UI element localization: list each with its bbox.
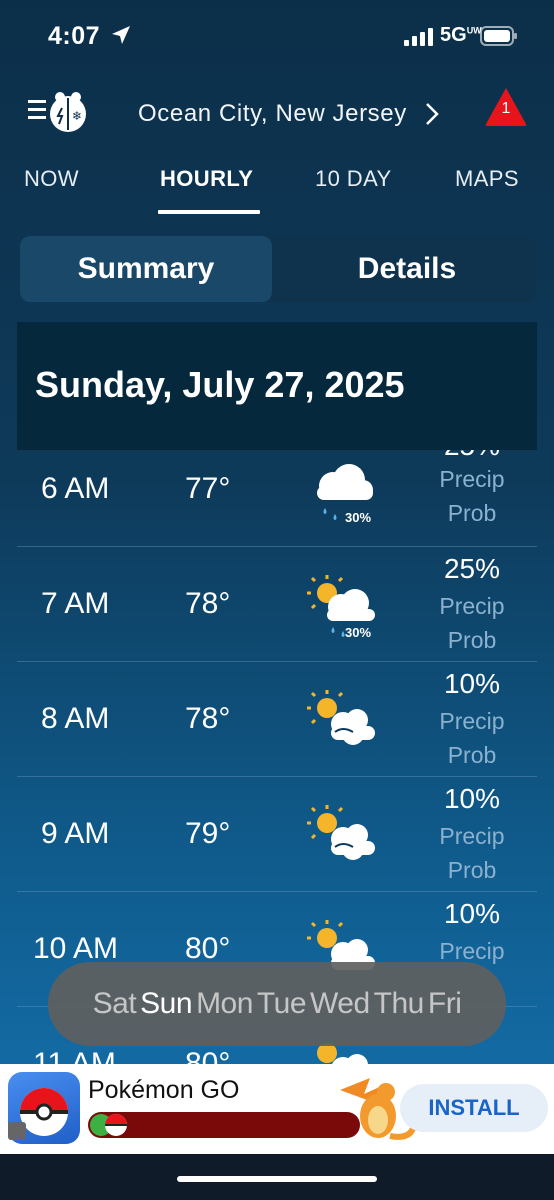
day-mon[interactable]: Mon — [194, 987, 255, 1021]
hour-time: 8 AM — [41, 702, 110, 735]
ad-info-icon[interactable] — [8, 1122, 26, 1140]
install-button[interactable]: INSTALL — [400, 1084, 548, 1132]
summary-button[interactable]: Summary — [20, 236, 272, 302]
hour-temp: 77° — [185, 472, 231, 505]
hour-time: 7 AM — [41, 587, 110, 620]
hour-row[interactable]: 6 AM 77° 30% 25% Precip Prob — [17, 450, 537, 547]
menu-logo-icon[interactable]: ❄ — [26, 86, 92, 136]
network-label: 5GUW — [440, 24, 482, 46]
precip-label: Precip Prob — [417, 819, 527, 887]
precip-label-line2: Prob — [447, 627, 497, 653]
precip-percent: 25% — [443, 553, 501, 584]
precip-label: Precip Prob — [417, 704, 527, 772]
ad-banner[interactable]: Pokémon GO INSTALL — [0, 1064, 554, 1154]
precip-percent: 10% — [443, 783, 501, 814]
partly-cloudy-icon — [307, 805, 375, 860]
precip-label-line1: Precip — [439, 823, 505, 849]
view-segmented-control: Summary Details — [20, 236, 536, 302]
status-bar: 4:07 5GUW — [0, 0, 554, 72]
hour-temp: 78° — [185, 587, 231, 620]
date-header: Sunday, July 27, 2025 — [17, 322, 537, 450]
hour-row[interactable]: 7 AM 78° 30% 25% Precip Prob — [17, 547, 537, 662]
day-tue[interactable]: Tue — [255, 987, 308, 1021]
details-button[interactable]: Details — [278, 236, 536, 302]
battery-icon — [480, 26, 517, 46]
tab-now[interactable]: NOW — [24, 166, 79, 192]
precip-label: Precip Prob — [417, 462, 527, 530]
hour-time: 6 AM — [41, 472, 110, 505]
precip-label-line2: Prob — [447, 500, 497, 526]
partly-cloudy-icon — [307, 690, 375, 745]
precip-label-line1: Precip — [439, 708, 505, 734]
precip-percent: 10% — [443, 668, 501, 699]
precip-label-line1: Precip — [439, 466, 505, 492]
precip-badge: 30% — [345, 625, 372, 640]
day-wed[interactable]: Wed — [308, 987, 372, 1021]
tab-hourly[interactable]: HOURLY — [160, 166, 253, 192]
small-pokeball-icon — [90, 1114, 127, 1136]
precip-label: Precip Prob — [417, 589, 527, 657]
precip-percent: 10% — [443, 898, 501, 929]
day-thu[interactable]: Thu — [372, 987, 426, 1021]
day-picker: Sat Sun Mon Tue Wed Thu Fri — [48, 962, 506, 1046]
hour-time: 9 AM — [41, 817, 110, 850]
precip-badge: 30% — [345, 510, 372, 525]
date-title: Sunday, July 27, 2025 — [35, 364, 405, 405]
day-sun[interactable]: Sun — [138, 987, 194, 1021]
home-indicator[interactable] — [177, 1176, 377, 1182]
precip-label-line1: Precip — [439, 938, 505, 964]
tab-maps[interactable]: MAPS — [455, 166, 519, 192]
app-header: ❄ Ocean City, New Jersey 1 — [0, 78, 554, 142]
hour-temp: 80° — [185, 932, 231, 965]
location-arrow-icon — [112, 26, 130, 44]
precip-percent: 25% — [417, 450, 527, 462]
status-time: 4:07 — [48, 22, 101, 50]
alert-count: 1 — [501, 100, 511, 117]
active-tab-indicator — [158, 210, 260, 214]
location-name[interactable]: Ocean City, New Jersey — [138, 100, 407, 128]
hour-time: 10 AM — [33, 932, 119, 965]
svg-text:❄: ❄ — [72, 109, 82, 123]
home-indicator-area — [0, 1154, 554, 1200]
day-fri[interactable]: Fri — [426, 987, 463, 1021]
precip-label-line2: Prob — [447, 742, 497, 768]
ad-graphic-bar — [88, 1112, 360, 1138]
precip-label-line1: Precip — [439, 593, 505, 619]
hour-temp: 78° — [185, 702, 231, 735]
day-sat[interactable]: Sat — [91, 987, 139, 1021]
cellular-signal-icon — [404, 28, 433, 46]
tab-10-day[interactable]: 10 DAY — [315, 166, 392, 192]
nav-tabs: NOW HOURLY 10 DAY MAPS — [0, 166, 554, 216]
hour-temp: 79° — [185, 817, 231, 850]
ad-title: Pokémon GO — [88, 1076, 240, 1104]
precip-label-line2: Prob — [447, 857, 497, 883]
hour-row[interactable]: 8 AM 78° 10% Precip Prob — [17, 662, 537, 777]
hour-row[interactable]: 9 AM 79° 10% Precip Prob — [17, 777, 537, 892]
chevron-right-icon[interactable] — [424, 102, 440, 126]
